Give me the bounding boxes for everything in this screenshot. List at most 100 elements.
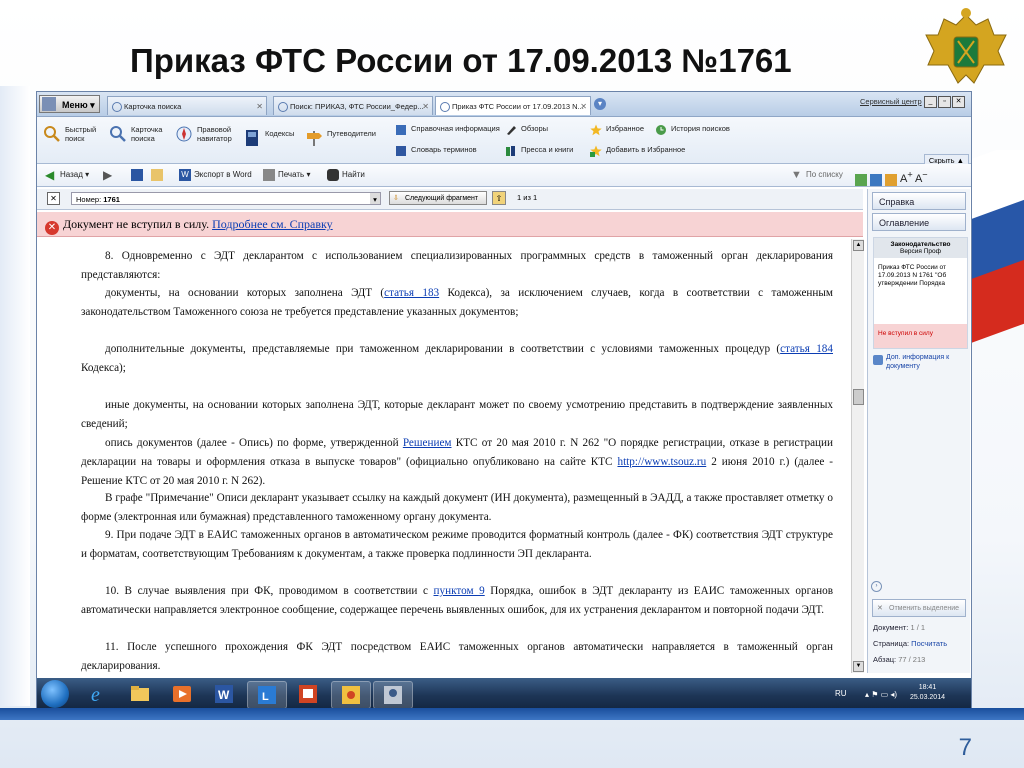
extra-info-link[interactable]: Доп. информация к документу (886, 353, 966, 371)
help-button[interactable]: Справка (872, 192, 966, 210)
search-history-button[interactable]: История поисков (655, 124, 730, 135)
menu-button[interactable]: Меню ▾ (39, 95, 100, 113)
word-icon[interactable]: W (205, 681, 243, 707)
label: Найти (342, 170, 365, 180)
search-card-icon (109, 125, 127, 143)
label: Путеводители (327, 129, 376, 138)
tab-search-card[interactable]: Карточка поиска ✕ (107, 96, 267, 115)
codes-button[interactable]: Кодексы (243, 129, 294, 146)
close-icon[interactable]: ✕ (256, 97, 263, 115)
export-word-button[interactable]: W Экспорт в Word (179, 169, 252, 181)
tab-search-results[interactable]: Поиск: ПРИКАЗ, ФТС России_Федер... ✕ (273, 96, 433, 115)
bookmark-icon[interactable] (870, 173, 882, 186)
forward-button[interactable]: ▶ (103, 169, 118, 181)
reference-info-button[interactable]: Справочная информация (395, 124, 500, 135)
document-link[interactable]: http://www.tsouz.ru (617, 456, 706, 468)
fragment-counter: 1 из 1 (517, 193, 538, 202)
slide-bottom-bar (0, 708, 1024, 720)
close-icon[interactable]: ✕ (422, 97, 429, 115)
guides-button[interactable]: Путеводители (305, 129, 376, 146)
document-link[interactable]: Решением (403, 437, 452, 449)
document-paragraph: В графе "Примечание" Описи декларант ука… (81, 489, 833, 527)
lync-icon[interactable]: L (247, 681, 287, 709)
prev-fragment-button[interactable]: ⇧ (492, 191, 506, 205)
dictionary-button[interactable]: Словарь терминов (395, 145, 477, 156)
close-search-icon[interactable]: ✕ (47, 192, 60, 205)
open-folder-button[interactable] (151, 169, 166, 181)
search-fragment-bar: ✕ Номер: 1761 ▾ ⇩ Следующий фрагмент ⇧ 1 и… (37, 189, 863, 210)
chevron-down-icon[interactable]: ▾ (370, 193, 380, 204)
arrow-left-icon: ◀ (45, 168, 55, 182)
ie-icon[interactable]: e (79, 681, 117, 707)
scroll-up-icon[interactable]: ▲ (853, 240, 864, 251)
windows-taskbar: e W L RU ▴ ⚑ ▭ ◂) 18:41 25.03.2014 (37, 678, 971, 710)
date: 25.03.2014 (909, 694, 945, 701)
document-paragraph: 10. В случае выявления при ФК, проводимо… (81, 582, 833, 620)
search-number-field[interactable]: Номер: 1761 ▾ (71, 192, 381, 205)
notice-help-link[interactable]: Подробнее см. Справку (212, 217, 333, 231)
tab-document[interactable]: Приказ ФТС России от 17.09.2013 N... ✕ (435, 96, 591, 115)
find-button[interactable]: Найти (327, 169, 365, 181)
reviews-button[interactable]: Обзоры (505, 124, 548, 135)
scroll-down-icon[interactable]: ▼ (853, 661, 864, 672)
legal-navigator-button[interactable]: Правовой навигатор (175, 125, 241, 143)
print-button[interactable]: Печать ▾ (263, 169, 310, 181)
document-link[interactable]: статья 183 (384, 287, 439, 299)
warning-icon: ✕ (45, 221, 59, 235)
new-tab-button[interactable]: ▾ (594, 98, 606, 110)
document-scrollbar[interactable]: ▲ ▼ (851, 239, 864, 673)
clear-selection-button[interactable]: ✕ Отменить выделение (872, 599, 966, 617)
clock[interactable]: 18:41 25.03.2014 (910, 683, 945, 703)
powerpoint-icon[interactable] (289, 681, 327, 707)
close-window-button[interactable]: ✕ (952, 96, 965, 108)
document-link[interactable]: пунктом 9 (434, 585, 485, 597)
paragraph-counter: Абзац: 77 / 213 (873, 655, 925, 664)
press-button[interactable]: Пресса и книги (505, 145, 573, 156)
contents-button[interactable]: Оглавление (872, 213, 966, 231)
favorites-button[interactable]: Избранное (590, 124, 644, 136)
star-add-icon (590, 145, 602, 157)
font-decrease-icon[interactable]: A− (915, 169, 928, 185)
doc-label: Документ: (873, 623, 909, 632)
label: Добавить в Избранное (606, 145, 686, 154)
scroll-thumb[interactable] (853, 389, 864, 405)
add-favorites-button[interactable]: Добавить в Избранное (590, 145, 686, 157)
language-indicator[interactable]: RU (835, 689, 847, 698)
document-link[interactable]: статья 184 (780, 343, 833, 355)
media-icon[interactable] (163, 681, 201, 707)
count-pages-link[interactable]: Посчитать (911, 639, 947, 648)
label: Назад (60, 170, 83, 180)
slide-title: Приказ ФТС России от 17.09.2013 №1761 (130, 42, 792, 79)
service-center-link[interactable]: Сервисный центр (860, 97, 922, 106)
by-list-button[interactable]: ▼ По списку (791, 169, 843, 181)
paragraph-text: 9. При подаче ЭДТ в ЕАИС таможенных орга… (81, 529, 833, 560)
marker-icon[interactable] (885, 173, 897, 186)
consultant-icon[interactable] (373, 681, 413, 709)
restore-button[interactable]: ▫ (938, 96, 951, 108)
tab-label: Карточка поиска (124, 102, 182, 111)
export-icon[interactable] (855, 173, 867, 186)
time: 18:41 (918, 684, 937, 691)
paragraph-text: 10. В случае выявления при ФК, проводимо… (105, 585, 434, 597)
minimize-button[interactable]: _ (924, 96, 937, 108)
start-orb-icon[interactable] (41, 680, 69, 708)
font-increase-icon[interactable]: A+ (900, 169, 913, 185)
binoculars-icon (327, 169, 339, 181)
page-label: Страница: (873, 639, 910, 648)
folder-icon[interactable] (121, 681, 159, 707)
paint-icon[interactable] (331, 681, 371, 709)
document-paragraph: опись документов (далее - Опись) по форм… (81, 434, 833, 490)
tool-icons: A+ A− (855, 169, 928, 186)
para-label: Абзац: (873, 655, 897, 664)
back-button[interactable]: ◀ Назад ▾ (45, 169, 89, 181)
expand-icon[interactable]: › (871, 581, 882, 592)
close-icon[interactable]: ✕ (580, 97, 587, 115)
search-card-button[interactable]: Карточка поиска (109, 125, 171, 143)
document-paragraph: 8. Одновременно с ЭДТ декларантом с испо… (81, 247, 833, 285)
next-fragment-button[interactable]: ⇩ Следующий фрагмент (389, 191, 487, 205)
document-text-area[interactable]: 8. Одновременно с ЭДТ декларантом с испо… (37, 239, 849, 673)
quick-search-button[interactable]: Быстрый поиск (43, 125, 105, 143)
save-button[interactable] (131, 169, 146, 181)
tray-icons[interactable]: ▴ ⚑ ▭ ◂) (865, 690, 897, 699)
document-paragraph: дополнительные документы, представляемые… (81, 340, 833, 378)
